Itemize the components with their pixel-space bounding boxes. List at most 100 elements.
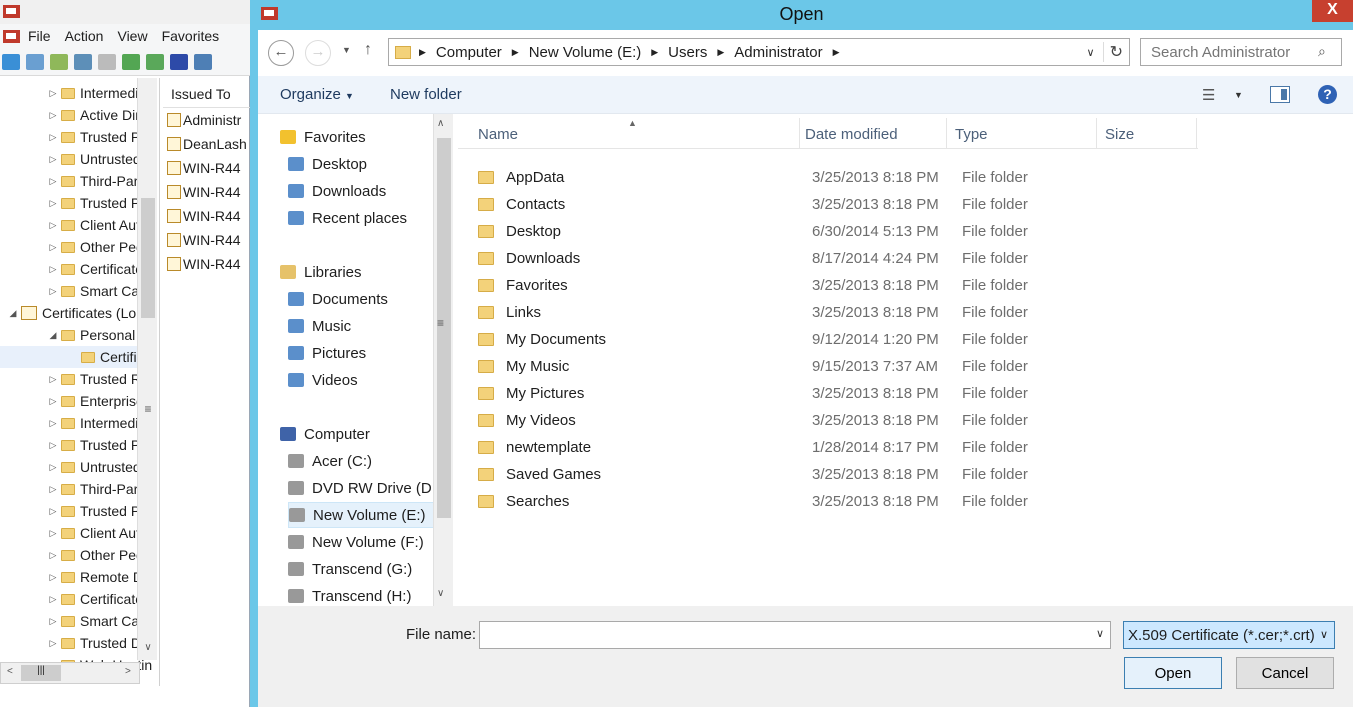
tree-item[interactable]: Certifica xyxy=(0,346,152,368)
expand-arrow-icon[interactable]: ▷ xyxy=(48,396,58,407)
help-icon[interactable] xyxy=(170,53,188,70)
expand-arrow-icon[interactable]: ▷ xyxy=(48,374,58,385)
scroll-down-icon[interactable]: ∨ xyxy=(437,588,444,599)
file-name-input[interactable] xyxy=(479,621,1111,649)
back-arrow-icon[interactable]: ← xyxy=(268,40,294,66)
expand-arrow-icon[interactable]: ▷ xyxy=(48,88,58,99)
nav-item[interactable]: Downloads xyxy=(288,178,433,204)
tree-item[interactable]: ◢ Certificates (Lo xyxy=(0,302,137,324)
list-item[interactable]: WIN-R44 xyxy=(167,156,241,180)
expand-arrow-icon[interactable]: ◢ xyxy=(8,308,18,319)
expand-arrow-icon[interactable]: ▷ xyxy=(48,154,58,165)
expand-arrow-icon[interactable]: ▷ xyxy=(48,594,58,605)
tree-item[interactable]: ◢ Personal xyxy=(0,324,136,346)
expand-arrow-icon[interactable]: ▷ xyxy=(48,506,58,517)
nav-item[interactable]: New Volume (F:) xyxy=(288,529,433,555)
export-icon[interactable] xyxy=(146,53,164,70)
list-item[interactable]: Administr xyxy=(167,108,241,132)
breadcrumb-arrow-icon[interactable]: ▶ xyxy=(829,47,844,58)
tree-item[interactable]: ▷ Client Auth xyxy=(0,522,148,544)
expand-arrow-icon[interactable]: ▷ xyxy=(48,418,58,429)
file-row[interactable]: Downloads 8/17/2014 4:24 PM File folder xyxy=(478,245,1198,272)
expand-arrow-icon[interactable]: ▷ xyxy=(48,462,58,473)
nav-item[interactable]: Transcend (H:) xyxy=(288,583,433,606)
refresh-icon[interactable]: ↻ xyxy=(1102,42,1129,62)
cancel-button[interactable]: Cancel xyxy=(1236,657,1334,689)
expand-arrow-icon[interactable]: ▷ xyxy=(48,550,58,561)
nav-group-libraries[interactable]: Libraries xyxy=(280,259,433,285)
nav-item[interactable]: Acer (C:) xyxy=(288,448,433,474)
nav-item[interactable]: Desktop xyxy=(288,151,433,177)
nav-item[interactable]: DVD RW Drive (D xyxy=(288,475,433,501)
nav-item[interactable]: Recent places xyxy=(288,205,433,231)
nav-item[interactable]: Documents xyxy=(288,286,433,312)
tree-item[interactable]: ▷ Smart Card xyxy=(0,610,152,632)
help-icon[interactable]: ? xyxy=(1318,85,1337,104)
nav-pane-scrollbar[interactable]: ∧ ≡ ∨ xyxy=(433,114,453,606)
scroll-right-icon[interactable]: > xyxy=(125,666,131,677)
tree-item[interactable]: ▷ Certificate E xyxy=(0,258,157,280)
back-icon[interactable] xyxy=(2,53,20,70)
show-hide-tree-icon[interactable] xyxy=(74,53,92,70)
new-folder-button[interactable]: New folder xyxy=(390,86,462,103)
file-row[interactable]: My Pictures 3/25/2013 8:18 PM File folder xyxy=(478,380,1198,407)
nav-item[interactable]: Transcend (G:) xyxy=(288,556,433,582)
file-row[interactable]: Favorites 3/25/2013 8:18 PM File folder xyxy=(478,272,1198,299)
nav-group-favorites[interactable]: Favorites xyxy=(280,124,433,150)
properties-icon[interactable] xyxy=(194,53,212,70)
tree-item[interactable]: ▷ Untrusted C xyxy=(0,148,155,170)
list-item[interactable]: WIN-R44 xyxy=(167,204,241,228)
file-row[interactable]: Links 3/25/2013 8:18 PM File folder xyxy=(478,299,1198,326)
breadcrumb-arrow-icon[interactable]: ▶ xyxy=(647,47,662,58)
expand-arrow-icon[interactable]: ▷ xyxy=(48,110,58,121)
list-item[interactable]: WIN-R44 xyxy=(167,228,241,252)
tree-item[interactable]: ▷ Trusted Roo xyxy=(0,368,157,390)
breadcrumb-new-volume[interactable]: New Volume (E:) xyxy=(523,44,648,61)
breadcrumb-arrow-icon[interactable]: ▶ xyxy=(508,47,523,58)
up-arrow-icon[interactable]: ↑ xyxy=(364,41,372,59)
tree-item[interactable]: ▷ Trusted Peo xyxy=(0,192,156,214)
expand-arrow-icon[interactable]: ▷ xyxy=(48,638,58,649)
file-row[interactable]: My Documents 9/12/2014 1:20 PM File folder xyxy=(478,326,1198,353)
up-folder-icon[interactable] xyxy=(50,53,68,70)
search-input[interactable] xyxy=(1140,38,1342,66)
nav-item[interactable]: New Volume (E:) xyxy=(288,502,433,528)
expand-arrow-icon[interactable]: ▷ xyxy=(48,132,58,143)
list-item[interactable]: WIN-R44 xyxy=(167,180,241,204)
address-dropdown-icon[interactable]: ∨ xyxy=(1079,46,1103,59)
view-dropdown-icon[interactable]: ▼ xyxy=(1234,90,1243,100)
file-row[interactable]: AppData 3/25/2013 8:18 PM File folder xyxy=(478,164,1198,191)
view-options-icon[interactable]: ☰ xyxy=(1202,86,1215,104)
scroll-down-icon[interactable]: ∨ xyxy=(141,642,155,653)
menu-favorites[interactable]: Favorites xyxy=(156,28,228,44)
breadcrumb-arrow-icon[interactable]: ▶ xyxy=(415,47,430,58)
breadcrumb-arrow-icon[interactable]: ▶ xyxy=(713,47,728,58)
tree-item[interactable]: ▷ Other Peop xyxy=(0,544,152,566)
column-issued-to[interactable]: Issued To xyxy=(163,80,250,108)
tree-item[interactable]: ▷ Other Peop xyxy=(0,236,152,258)
expand-arrow-icon[interactable]: ◢ xyxy=(48,330,58,341)
menu-action[interactable]: Action xyxy=(59,28,112,44)
forward-icon[interactable] xyxy=(26,53,44,70)
nav-item[interactable]: Videos xyxy=(288,367,433,393)
tree-item[interactable]: ▷ Trusted Pub xyxy=(0,434,156,456)
tree-item[interactable]: ▷ Smart Card xyxy=(0,280,152,302)
tree-item[interactable]: ▷ Certificate E xyxy=(0,588,157,610)
preview-pane-icon[interactable] xyxy=(1270,86,1290,103)
tree-item[interactable]: ▷ Third-Party xyxy=(0,478,150,500)
breadcrumb-administrator[interactable]: Administrator xyxy=(728,44,828,61)
breadcrumb-users[interactable]: Users xyxy=(662,44,713,61)
file-row[interactable]: newtemplate 1/28/2014 8:17 PM File folder xyxy=(478,434,1198,461)
tree-item[interactable]: ▷ Trusted Peo xyxy=(0,500,156,522)
tree-item[interactable]: ▷ Client Auth xyxy=(0,214,148,236)
nav-group-computer[interactable]: Computer xyxy=(280,421,433,447)
expand-arrow-icon[interactable]: ▷ xyxy=(48,528,58,539)
tree-scroll-thumb[interactable] xyxy=(141,198,155,318)
tree-item[interactable]: ▷ Intermediat xyxy=(0,412,151,434)
address-bar[interactable]: ▶ Computer ▶ New Volume (E:) ▶ Users ▶ A… xyxy=(388,38,1130,66)
h-scroll-thumb[interactable]: ||| xyxy=(21,665,61,681)
tree-item[interactable]: ▷ Trusted Pub xyxy=(0,126,156,148)
file-row[interactable]: My Music 9/15/2013 7:37 AM File folder xyxy=(478,353,1198,380)
recent-locations-chevron-icon[interactable]: ▼ xyxy=(342,45,351,55)
expand-arrow-icon[interactable]: ▷ xyxy=(48,220,58,231)
